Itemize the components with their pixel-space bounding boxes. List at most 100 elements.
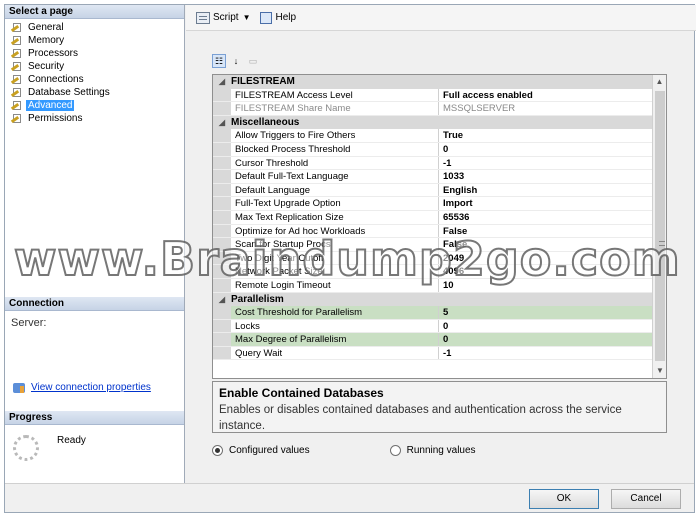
property-row[interactable]: Max Text Replication Size 65536 (213, 210, 653, 225)
page-item-label: Memory (28, 35, 65, 46)
chevron-down-icon[interactable]: ▼ (243, 13, 251, 22)
property-value[interactable]: -1 (439, 157, 653, 170)
property-value[interactable]: True (439, 129, 653, 142)
row-gutter (213, 333, 231, 346)
category-row[interactable]: ◢ FILESTREAM (213, 75, 653, 89)
settings-page-icon (10, 22, 22, 33)
help-label: Help (275, 12, 297, 23)
property-row[interactable]: Cost Threshold for Parallelism 5 (213, 306, 653, 320)
property-row[interactable]: Remote Login Timeout 10 (213, 278, 653, 293)
property-value[interactable]: 65536 (439, 211, 653, 224)
description-title: Enable Contained Databases (219, 386, 384, 400)
property-row[interactable]: Default Language English (213, 183, 653, 198)
row-gutter (213, 278, 231, 292)
property-row[interactable]: Blocked Process Threshold 0 (213, 142, 653, 157)
page-item[interactable]: Security (10, 60, 184, 73)
property-value[interactable]: False (439, 225, 653, 238)
help-button[interactable]: Help (260, 11, 297, 24)
row-gutter (213, 88, 231, 102)
property-row[interactable]: Query Wait -1 (213, 346, 653, 361)
property-value[interactable]: Import (439, 197, 653, 210)
collapse-icon[interactable]: ◢ (213, 295, 231, 304)
property-row[interactable]: FILESTREAM Share Name MSSQLSERVER (213, 102, 653, 116)
progress-header: Progress (5, 411, 184, 425)
property-value[interactable]: 4096 (439, 265, 653, 278)
category-row[interactable]: ◢ Miscellaneous (213, 115, 653, 130)
property-name: Allow Triggers to Fire Others (231, 129, 439, 142)
property-value[interactable]: False (439, 238, 653, 251)
category-name: FILESTREAM (231, 76, 295, 88)
left-pane: Select a page General Memory Processors Sec… (5, 5, 185, 483)
property-grid-rows: ◢ FILESTREAM FILESTREAM Access Level Full a… (213, 75, 653, 361)
property-row[interactable]: FILESTREAM Access Level Full access enabl… (213, 88, 653, 103)
property-value[interactable]: -1 (439, 347, 653, 360)
row-gutter (213, 102, 231, 115)
scroll-up-icon[interactable]: ▲ (653, 75, 666, 89)
property-value[interactable]: 10 (439, 279, 653, 292)
property-value[interactable]: 0 (439, 320, 653, 333)
configured-values-label: Configured values (229, 445, 310, 456)
property-value[interactable]: 2049 (439, 252, 653, 265)
collapse-icon[interactable]: ◢ (213, 118, 231, 127)
property-row[interactable]: Locks 0 (213, 319, 653, 334)
property-name: Query Wait (231, 346, 439, 360)
property-row[interactable]: Two Digit Year Cutoff 2049 (213, 251, 653, 266)
page-item[interactable]: Database Settings (10, 86, 184, 99)
page-item-label: General (28, 22, 64, 33)
row-gutter (213, 129, 231, 142)
row-gutter (213, 346, 231, 360)
property-row[interactable]: Full-Text Upgrade Option Import (213, 197, 653, 211)
view-connection-link[interactable]: View connection properties (31, 382, 151, 393)
categorized-icon[interactable]: ☷ (212, 54, 226, 68)
configured-radio-dot[interactable] (212, 445, 223, 456)
property-row[interactable]: Network Packet Size 4096 (213, 265, 653, 279)
description-panel: Enable Contained Databases Enables or di… (212, 381, 667, 433)
property-value[interactable]: 0 (439, 143, 653, 156)
property-name: Max Text Replication Size (231, 210, 439, 224)
page-item[interactable]: Processors (10, 47, 184, 60)
page-item[interactable]: General (10, 21, 184, 34)
page-item[interactable]: Memory (10, 34, 184, 47)
property-grid-toolbar: ☷ ↓ ▭ (212, 54, 263, 68)
scrollbar-thumb[interactable] (655, 91, 665, 361)
collapse-icon[interactable]: ◢ (213, 77, 231, 86)
script-label: Script (213, 12, 239, 23)
property-value[interactable]: 0 (439, 333, 653, 346)
running-values-radio[interactable]: Running values (389, 445, 476, 456)
running-values-label: Running values (406, 445, 476, 456)
scroll-down-icon[interactable]: ▼ (653, 364, 666, 378)
property-value[interactable]: 5 (439, 306, 653, 319)
connection-properties-icon (13, 382, 25, 393)
cancel-button[interactable]: Cancel (611, 489, 681, 509)
running-radio-dot[interactable] (389, 445, 401, 456)
page-item[interactable]: Connections (10, 73, 184, 86)
script-icon (196, 11, 210, 24)
connection-header: Connection (5, 297, 184, 311)
property-row[interactable]: Scan for Startup Procs False (213, 238, 653, 252)
progress-status: Ready (57, 435, 86, 446)
ok-button[interactable]: OK (529, 489, 599, 509)
property-row[interactable]: Default Full-Text Language 1033 (213, 170, 653, 184)
property-grid-scrollbar[interactable]: ▲ ▼ (652, 75, 666, 378)
page-item[interactable]: Permissions (10, 112, 184, 125)
property-row[interactable]: Max Degree of Parallelism 0 (213, 333, 653, 347)
row-gutter (213, 224, 231, 238)
configured-values-radio[interactable]: Configured values (212, 445, 310, 456)
property-value[interactable]: 1033 (439, 170, 653, 183)
view-connection-properties[interactable]: View connection properties (13, 382, 151, 393)
script-button[interactable]: Script ▼ (196, 11, 251, 24)
property-value[interactable]: Full access enabled (439, 89, 653, 102)
sort-alphabetical-icon[interactable]: ↓ (229, 54, 243, 68)
property-row[interactable]: Allow Triggers to Fire Others True (213, 129, 653, 143)
dialog-footer: OK Cancel (5, 483, 694, 512)
property-value[interactable]: MSSQLSERVER (439, 102, 653, 115)
property-row[interactable]: Optimize for Ad hoc Workloads False (213, 224, 653, 239)
property-value[interactable]: English (439, 184, 653, 197)
property-pages-icon[interactable]: ▭ (246, 54, 260, 68)
row-gutter (213, 265, 231, 278)
page-item[interactable]: Advanced (10, 99, 184, 112)
settings-page-icon (10, 61, 22, 72)
property-name: FILESTREAM Share Name (231, 102, 439, 115)
property-row[interactable]: Cursor Threshold -1 (213, 156, 653, 171)
category-row[interactable]: ◢ Parallelism (213, 292, 653, 307)
